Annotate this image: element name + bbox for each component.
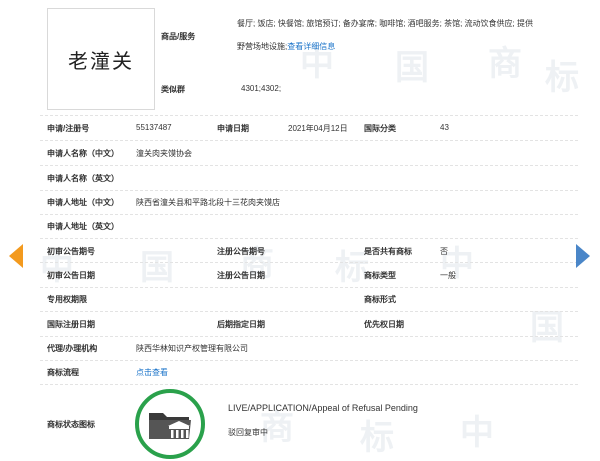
intl-reg-date-label: 国际注册日期 [47, 320, 95, 329]
similar-group-label: 类似群 [161, 85, 185, 94]
watermark-glyph: 中 [460, 413, 494, 453]
goods-services-label: 商品/服务 [161, 32, 196, 41]
status-icon-ring [135, 389, 205, 459]
watermark-glyph: 国 [395, 48, 429, 88]
chevron-right-icon[interactable] [576, 244, 590, 268]
watermark-glyph: 商 [488, 44, 522, 84]
chevron-left-icon[interactable] [9, 244, 23, 268]
later-date-label: 后期指定日期 [217, 320, 265, 329]
status-text-en: LIVE/APPLICATION/Appeal of Refusal Pendi… [228, 403, 418, 413]
prelim-no-label: 初审公告期号 [47, 247, 95, 256]
divider [40, 287, 578, 288]
divider [40, 311, 578, 312]
goods-services-line2: 野营场地设施;查看详细信息 [237, 41, 335, 52]
exclusive-period-label: 专用权期限 [47, 295, 87, 304]
folder-institution-icon [149, 413, 191, 442]
trademark-name: 老潼关 [68, 48, 134, 73]
agent-label: 代理/办理机构 [47, 344, 98, 353]
applicant-cn-value: 潼关肉夹馍协会 [136, 149, 192, 158]
reg-pub-date-label: 注册公告日期 [217, 271, 265, 280]
divider [40, 115, 578, 116]
divider [40, 384, 578, 385]
intl-class-label: 国际分类 [364, 124, 396, 133]
divider [40, 336, 578, 337]
watermark-glyph: 标 [545, 58, 579, 98]
trademark-image: 老潼关 [47, 8, 155, 110]
shared-value: 否 [440, 247, 448, 256]
process-label: 商标流程 [47, 368, 79, 377]
similar-group-value: 4301;4302; [241, 84, 282, 93]
prelim-date-label: 初审公告日期 [47, 271, 95, 280]
watermark-glyph: 标 [360, 418, 394, 458]
divider [40, 262, 578, 263]
goods-services-line1: 餐厅; 饭店; 快餐馆; 旅馆预订; 备办宴席; 咖啡馆; 酒吧服务; 茶馆; … [237, 19, 534, 28]
priority-date-label: 优先权日期 [364, 320, 404, 329]
view-details-link[interactable]: 查看详细信息 [287, 42, 335, 51]
intl-class-value: 43 [440, 123, 449, 132]
watermark-glyph: 国 [530, 308, 564, 348]
divider [40, 360, 578, 361]
process-view-link[interactable]: 点击查看 [136, 367, 168, 378]
divider [40, 190, 578, 191]
divider [40, 238, 578, 239]
app-date-value: 2021年04月12日 [288, 124, 348, 133]
reg-no-label: 申请/注册号 [47, 124, 90, 133]
address-en-label: 申请人地址（英文） [47, 222, 119, 231]
tm-form-label: 商标形式 [364, 295, 396, 304]
applicant-en-label: 申请人名称（英文） [47, 174, 119, 183]
address-cn-label: 申请人地址（中文） [47, 198, 119, 207]
reg-no-value: 55137487 [136, 123, 172, 132]
reg-pub-no-label: 注册公告期号 [217, 247, 265, 256]
app-date-label: 申请日期 [217, 124, 249, 133]
tm-type-label: 商标类型 [364, 271, 396, 280]
shared-label: 是否共有商标 [364, 247, 412, 256]
goods-services-line2-text: 野营场地设施; [237, 42, 288, 51]
tm-type-value: 一般 [440, 271, 456, 280]
divider [40, 165, 578, 166]
status-icon-label: 商标状态图标 [47, 420, 95, 429]
divider [40, 214, 578, 215]
applicant-cn-label: 申请人名称（中文） [47, 149, 119, 158]
divider [40, 140, 578, 141]
address-cn-value: 陕西省潼关县和平路北段十三花肉夹馍店 [136, 198, 280, 207]
agent-value: 陕西华林知识产权管理有限公司 [136, 344, 248, 353]
watermark-glyph: 国 [140, 248, 174, 288]
status-text-cn: 驳回复审中 [228, 428, 268, 437]
